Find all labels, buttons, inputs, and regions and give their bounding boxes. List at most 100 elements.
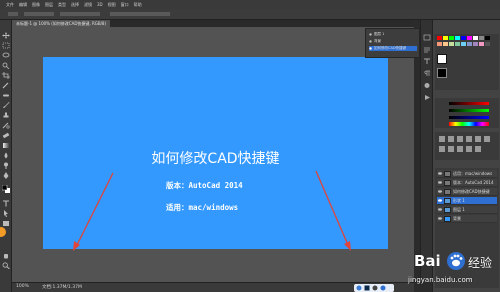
eye-icon[interactable] [369, 47, 372, 50]
swatch[interactable] [485, 42, 490, 46]
swatch[interactable] [473, 42, 478, 46]
swatch[interactable] [467, 42, 472, 46]
swatch[interactable] [467, 36, 472, 40]
path-select-icon[interactable] [2, 202, 10, 217]
quick-mask-indicator[interactable] [0, 227, 6, 237]
eye-icon[interactable] [438, 208, 442, 211]
zoom-icon[interactable] [2, 254, 10, 270]
swatch[interactable] [449, 36, 454, 40]
eye-icon[interactable] [369, 40, 372, 43]
clone-stamp-icon[interactable] [2, 104, 10, 118]
dodge-icon[interactable] [2, 154, 10, 169]
marquee-icon[interactable] [2, 34, 10, 49]
shape-icon[interactable] [2, 212, 10, 226]
swatch[interactable] [455, 42, 460, 46]
swatch[interactable] [437, 42, 442, 46]
hand-icon[interactable] [2, 244, 10, 259]
color-ramp[interactable] [449, 122, 489, 126]
swatch-preview[interactable] [437, 54, 447, 64]
swatch[interactable] [485, 36, 490, 40]
layer-row[interactable]: 图层 1 [437, 206, 497, 214]
eye-icon[interactable] [438, 217, 442, 220]
foreground-background-swatch[interactable] [1, 178, 10, 193]
eyedropper-icon[interactable] [2, 74, 10, 89]
menu-view[interactable]: 视图 [108, 0, 116, 9]
menu-3d[interactable]: 3D [97, 0, 103, 9]
mini-layer-row-selected[interactable]: 如何修改CAD快捷键 [369, 46, 417, 51]
layer-row[interactable]: 如何修改CAD快捷键 [437, 188, 497, 196]
paragraph-icon[interactable] [423, 62, 431, 76]
type-icon[interactable] [2, 192, 10, 207]
actions-icon[interactable] [423, 86, 431, 100]
menu-type[interactable]: 类型 [58, 0, 66, 9]
swatch[interactable] [479, 42, 484, 46]
settings-icon[interactable] [380, 285, 386, 291]
gradient-icon[interactable] [2, 134, 10, 148]
slide-title: 如何修改CAD快捷键 [151, 151, 280, 167]
slide-applies-line: 适用：mac/windows [166, 203, 239, 212]
blue-slider[interactable] [449, 116, 489, 119]
menu-file[interactable]: 文件 [6, 0, 14, 9]
mini-layer-label: 如何修改CAD快捷键 [374, 46, 407, 50]
artboard[interactable]: 如何修改CAD快捷键 版本：AutoCad 2014 适用：mac/window… [43, 57, 388, 251]
menu-select[interactable]: 选择 [71, 0, 79, 9]
chat-icon[interactable] [372, 285, 378, 291]
tool-preset-picker[interactable] [8, 12, 18, 16]
brush-presets-icon[interactable] [423, 74, 431, 88]
document-tab[interactable]: 未标题-1 @ 100% (如何修改CAD快捷键, RGB/8) [12, 20, 111, 27]
layer-row-selected[interactable]: 形状 1 [437, 197, 497, 205]
left-arrow [73, 172, 114, 251]
swatch[interactable] [449, 42, 454, 46]
canvas-area[interactable]: 如何修改CAD快捷键 版本：AutoCad 2014 适用：mac/window… [12, 27, 414, 282]
browser-icon[interactable] [356, 285, 362, 291]
quick-select-icon[interactable] [2, 54, 10, 70]
layer-row[interactable]: 版本：AutoCad 2014 [437, 179, 497, 187]
green-slider[interactable] [449, 109, 489, 112]
adjustment-icons[interactable] [439, 136, 495, 156]
document-info[interactable]: 文档:1.37M/1.37M [42, 284, 82, 290]
eye-icon[interactable] [438, 190, 442, 193]
swatch[interactable] [443, 36, 448, 40]
transform-controls-option[interactable] [60, 12, 100, 16]
photoshop-icon[interactable] [364, 285, 370, 291]
swatch[interactable] [443, 42, 448, 46]
eraser-icon[interactable] [2, 124, 10, 139]
crop-icon[interactable] [2, 64, 10, 79]
menu-window[interactable]: 窗口 [121, 0, 129, 9]
red-slider[interactable] [449, 102, 489, 105]
eye-icon[interactable] [438, 181, 442, 184]
history-icon[interactable] [423, 26, 431, 41]
eye-icon[interactable] [438, 172, 442, 175]
auto-select-option[interactable] [24, 12, 54, 16]
character-icon[interactable] [423, 50, 431, 64]
layer-row[interactable]: 背景 [437, 215, 497, 223]
swatch[interactable] [461, 42, 466, 46]
menu-filter[interactable]: 滤镜 [84, 0, 92, 9]
swatches-panel [435, 34, 499, 90]
menu-image[interactable]: 图像 [32, 0, 40, 9]
move-icon[interactable] [2, 24, 10, 39]
menu-edit[interactable]: 编辑 [19, 0, 27, 9]
swatch[interactable] [461, 36, 466, 40]
layer-row[interactable]: 适用：mac/windows [437, 170, 497, 178]
menu-help[interactable]: 帮助 [134, 0, 142, 9]
mini-layer-row[interactable]: 背景 [369, 39, 381, 44]
align-buttons[interactable] [110, 12, 170, 16]
swatch[interactable] [455, 36, 460, 40]
properties-icon[interactable] [423, 38, 431, 53]
brush-icon[interactable] [2, 94, 10, 108]
mini-layer-row[interactable]: 图层 1 [369, 32, 384, 37]
swatch-preview[interactable] [437, 68, 447, 78]
swatch[interactable] [437, 36, 442, 40]
history-brush-icon[interactable] [2, 114, 10, 129]
pen-icon[interactable] [2, 164, 10, 179]
eye-icon[interactable] [438, 199, 442, 202]
swatch[interactable] [473, 36, 478, 40]
swatch[interactable] [479, 36, 484, 40]
menu-layer[interactable]: 图层 [45, 0, 53, 9]
blur-icon[interactable] [2, 144, 10, 159]
lasso-icon[interactable] [2, 44, 10, 58]
healing-icon[interactable] [2, 84, 10, 97]
zoom-readout[interactable]: 100% [16, 284, 29, 289]
eye-icon[interactable] [369, 33, 372, 36]
